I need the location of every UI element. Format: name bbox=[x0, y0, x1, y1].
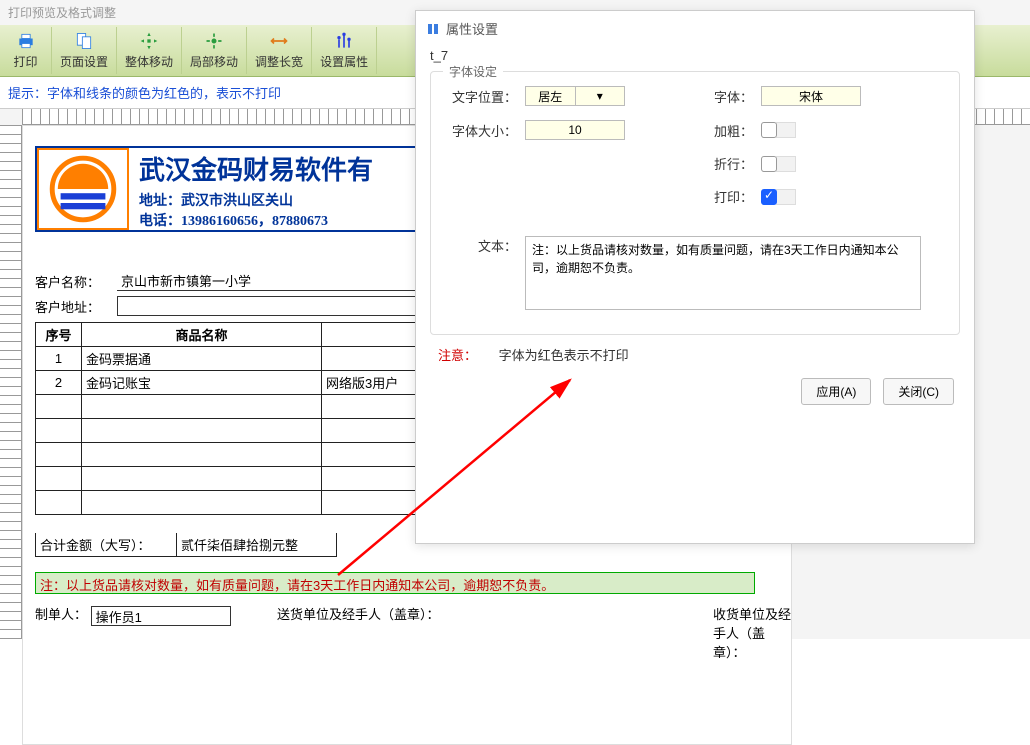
maker-field: 制单人： 操作员1 bbox=[35, 604, 231, 626]
checkbox-pad bbox=[776, 122, 796, 138]
company-text: 武汉金码财易软件有 地址：武汉市洪山区关山 电话：13986160656，878… bbox=[129, 148, 383, 230]
toolbar-move-part[interactable]: 局部移动 bbox=[182, 27, 247, 74]
fieldset-legend: 字体设定 bbox=[443, 63, 503, 80]
property-dialog: 属性设置 t_7 字体设定 文字位置： 居左 ▾ 字体： 宋体 字体大小： 10 bbox=[415, 10, 975, 544]
app-icon bbox=[426, 22, 440, 36]
note-label: 注意： bbox=[438, 348, 477, 363]
dialog-title: 属性设置 bbox=[446, 19, 498, 38]
bold-checkbox[interactable] bbox=[761, 122, 777, 138]
move-all-icon bbox=[139, 31, 159, 51]
deliver-field: 送货单位及经手人（盖章）： bbox=[277, 604, 440, 623]
dialog-title-bar[interactable]: 属性设置 bbox=[416, 11, 974, 46]
row-position-font: 文字位置： 居左 ▾ 字体： 宋体 bbox=[447, 86, 943, 106]
checkbox-pad bbox=[776, 156, 796, 172]
printer-icon bbox=[16, 31, 36, 51]
customer-addr-label: 客户地址： bbox=[35, 297, 117, 316]
customer-name-row: 客户名称： 京山市新市镇第一小学 bbox=[35, 271, 417, 291]
text-label: 文本： bbox=[447, 236, 525, 255]
ruler-vertical bbox=[0, 125, 22, 639]
total-label: 合计金额（大写）： bbox=[35, 533, 177, 557]
apply-button[interactable]: 应用(A) bbox=[801, 378, 871, 405]
company-address-line: 地址：武汉市洪山区关山 bbox=[139, 190, 373, 210]
toolbar-label: 打印 bbox=[13, 53, 37, 70]
toolbar-label: 设置属性 bbox=[320, 53, 368, 70]
toolbar-page-setup[interactable]: 页面设置 bbox=[52, 27, 117, 74]
toolbar-print[interactable]: 打印 bbox=[0, 27, 52, 74]
maker-value: 操作员1 bbox=[91, 606, 231, 626]
size-label: 字体大小： bbox=[447, 121, 525, 140]
wrap-checkbox[interactable] bbox=[761, 156, 777, 172]
col-no: 序号 bbox=[36, 323, 82, 347]
customer-name-label: 客户名称： bbox=[35, 272, 117, 291]
note-text: 字体为红色表示不打印 bbox=[499, 348, 629, 363]
close-button[interactable]: 关闭(C) bbox=[883, 378, 954, 405]
pos-label: 文字位置： bbox=[447, 87, 525, 106]
company-logo bbox=[37, 148, 129, 230]
toolbar-resize[interactable]: 调整长宽 bbox=[247, 27, 312, 74]
row-wrap: 折行： bbox=[447, 154, 943, 173]
company-name: 武汉金码财易软件有 bbox=[139, 150, 373, 187]
resize-icon bbox=[269, 31, 289, 51]
bold-label: 加粗： bbox=[713, 121, 761, 140]
tel-label: 电话： bbox=[139, 214, 181, 229]
receive-field: 收货单位及经手人（盖章）： bbox=[713, 604, 791, 661]
tel-value: 13986160656，87880673 bbox=[181, 214, 328, 229]
row-print: 打印： bbox=[447, 187, 943, 206]
cell-no: 1 bbox=[36, 347, 82, 371]
customer-name-value: 京山市新市镇第一小学 bbox=[117, 271, 417, 291]
logo-icon bbox=[48, 154, 118, 224]
print-checkbox[interactable] bbox=[761, 189, 777, 205]
print-label: 打印： bbox=[713, 187, 761, 206]
cell-name: 金码票据通 bbox=[82, 347, 322, 371]
combo-value: 居左 bbox=[526, 88, 575, 105]
chevron-down-icon: ▾ bbox=[575, 87, 625, 105]
dialog-buttons: 应用(A) 关闭(C) bbox=[416, 378, 974, 417]
font-name-field[interactable]: 宋体 bbox=[761, 86, 861, 106]
property-icon bbox=[334, 31, 354, 51]
cell-name: 金码记账宝 bbox=[82, 371, 322, 395]
address-value: 武汉市洪山区关山 bbox=[181, 194, 293, 209]
move-part-icon bbox=[204, 31, 224, 51]
font-size-field[interactable]: 10 bbox=[525, 120, 625, 140]
row-text: 文本： 注：以上货品请核对数量，如有质量问题，请在3天工作日内通知本公司，逾期恕… bbox=[447, 236, 943, 310]
text-position-combo[interactable]: 居左 ▾ bbox=[525, 86, 625, 106]
toolbar-label: 整体移动 bbox=[125, 53, 173, 70]
dialog-note: 注意： 字体为红色表示不打印 bbox=[438, 345, 952, 364]
deliver-label: 送货单位及经手人（盖章）： bbox=[277, 607, 440, 622]
wrap-label: 折行： bbox=[713, 154, 761, 173]
receive-label: 收货单位及经手人（盖章）： bbox=[713, 607, 791, 660]
page-icon bbox=[74, 31, 94, 51]
text-content-field[interactable]: 注：以上货品请核对数量，如有质量问题，请在3天工作日内通知本公司，逾期恕不负责。 bbox=[525, 236, 921, 310]
address-label: 地址： bbox=[139, 194, 181, 209]
col-name: 商品名称 bbox=[82, 323, 322, 347]
toolbar-label: 局部移动 bbox=[190, 53, 238, 70]
toolbar-move-all[interactable]: 整体移动 bbox=[117, 27, 182, 74]
toolbar-property[interactable]: 设置属性 bbox=[312, 27, 377, 74]
font-label: 字体： bbox=[713, 87, 761, 106]
maker-label: 制单人： bbox=[35, 607, 87, 622]
toolbar-label: 页面设置 bbox=[60, 53, 108, 70]
row-size-bold: 字体大小： 10 加粗： bbox=[447, 120, 943, 140]
checkbox-pad bbox=[776, 189, 796, 205]
company-tel-line: 电话：13986160656，87880673 bbox=[139, 210, 373, 230]
total-value: 贰仟柒佰肆拾捌元整 bbox=[177, 533, 337, 557]
footer-remark[interactable]: 注：以上货品请核对数量，如有质量问题，请在3天工作日内通知本公司，逾期恕不负责。 bbox=[35, 572, 755, 594]
font-fieldset: 字体设定 文字位置： 居左 ▾ 字体： 宋体 字体大小： 10 加粗： bbox=[430, 71, 960, 335]
toolbar-label: 调整长宽 bbox=[255, 53, 303, 70]
cell-no: 2 bbox=[36, 371, 82, 395]
